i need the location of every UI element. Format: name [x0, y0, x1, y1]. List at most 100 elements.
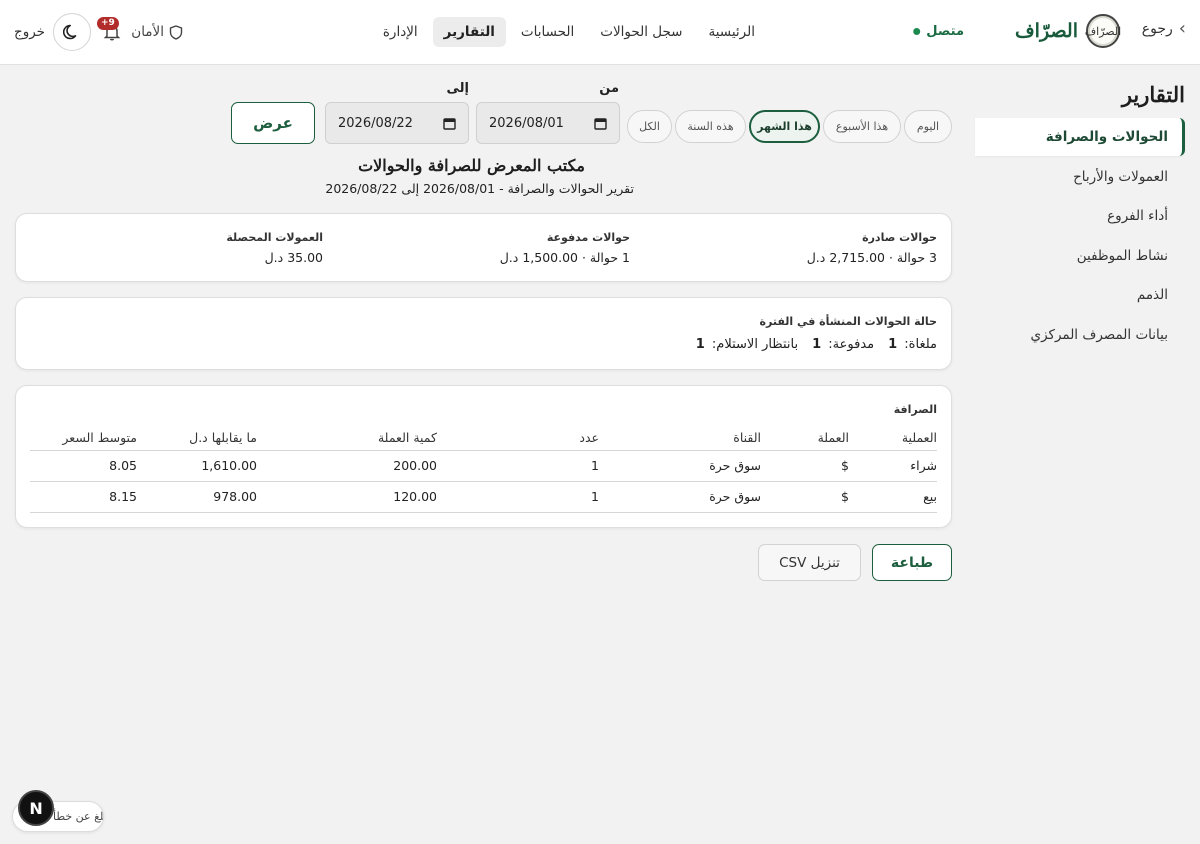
- status-pending: بانتظار الاستلام: 1: [696, 337, 798, 352]
- status-count: 1: [812, 337, 822, 352]
- table-cell: سوق حرة: [599, 481, 761, 513]
- column-header: متوسط السعر: [30, 428, 137, 451]
- status-cancelled: ملغاة: 1: [888, 337, 937, 352]
- status-label: ملغاة:: [904, 337, 937, 352]
- table-cell: 1: [437, 481, 599, 513]
- table-cell: 200.00: [257, 450, 437, 482]
- column-header: كمية العملة: [257, 428, 437, 451]
- main-nav: الرئيسية سجل الحوالات الحسابات التقارير …: [372, 17, 766, 47]
- table-cell: سوق حرة: [599, 450, 761, 482]
- sidebar-item-branch-performance[interactable]: أداء الفروع: [975, 197, 1185, 235]
- theme-toggle-button[interactable]: [53, 13, 91, 51]
- to-date-label: إلى: [446, 81, 470, 96]
- security-button[interactable]: الأمان: [131, 24, 183, 40]
- kpi-value: 3 حوالة · 2,715.00 د.ل: [806, 250, 937, 265]
- preset-this-month[interactable]: هذا الشهر: [749, 110, 820, 143]
- preset-this-week[interactable]: هذا الأسبوع: [823, 110, 901, 143]
- kpi-value: 35.00 د.ل: [264, 250, 323, 265]
- nav-accounts[interactable]: الحسابات: [510, 17, 585, 47]
- table-row: شراء $ سوق حرة 1 200.00 1,610.00 8.05: [30, 450, 937, 482]
- kpi-value: 1 حوالة · 1,500.00 د.ل: [499, 250, 630, 265]
- kpi-label: حوالات صادرة: [862, 231, 937, 244]
- sidebar-item-commissions-profits[interactable]: العمولات والأرباح: [975, 158, 1185, 196]
- kpi-paid-transfers: حوالات مدفوعة 1 حوالة · 1,500.00 د.ل: [500, 231, 630, 265]
- table-cell: 1: [437, 450, 599, 482]
- sidebar-item-transfers-exchange[interactable]: الحوالات والصرافة: [975, 118, 1185, 156]
- to-date-input[interactable]: 2026/08/22: [325, 102, 469, 144]
- from-date-label: من: [599, 81, 619, 96]
- table-cell: 120.00: [257, 481, 437, 513]
- status-label: مدفوعة:: [828, 337, 875, 352]
- from-date-input[interactable]: 2026/08/01: [476, 102, 620, 144]
- exchange-card-title: الصرافة: [893, 403, 937, 416]
- back-button[interactable]: › رجوع: [1142, 20, 1186, 38]
- notification-count-badge: 9+: [97, 17, 119, 30]
- table-row: بيع $ سوق حرة 1 120.00 978.00 8.15: [30, 481, 937, 513]
- brand-name: الصرّاف: [1014, 20, 1078, 42]
- show-report-button[interactable]: عرض: [231, 102, 315, 144]
- summary-card: حوالات صادرة 3 حوالة · 2,715.00 د.ل حوال…: [15, 213, 952, 282]
- status-paid: مدفوعة: 1: [812, 337, 874, 352]
- report-subtitle: تقرير الحوالات والصرافة - 2026/08/01 إلى…: [325, 181, 634, 196]
- nav-transfer-log[interactable]: سجل الحوالات: [589, 17, 693, 47]
- nav-reports[interactable]: التقارير: [432, 17, 506, 47]
- nav-admin[interactable]: الإدارة: [372, 17, 429, 47]
- sidebar-item-receivables[interactable]: الذمم: [975, 276, 1185, 314]
- print-button[interactable]: طباعة: [872, 544, 952, 581]
- table-cell: 978.00: [137, 481, 257, 513]
- shield-icon: [169, 24, 183, 40]
- download-csv-button[interactable]: تنزيل CSV: [758, 544, 861, 581]
- kpi-label: حوالات مدفوعة: [546, 231, 630, 244]
- sidebar-title: التقارير: [1121, 82, 1185, 107]
- transfer-status-card: حالة الحوالات المنشأة في الفترة ملغاة: 1…: [15, 297, 952, 370]
- table-cell: بيع: [849, 481, 937, 513]
- logout-button[interactable]: خروج: [14, 24, 45, 40]
- logo-lettering: الصرّاف: [1084, 24, 1122, 38]
- online-dot-icon: [913, 28, 921, 35]
- table-cell: $: [761, 481, 849, 513]
- column-header: العملة: [761, 428, 849, 451]
- calendar-icon[interactable]: [443, 117, 456, 130]
- reports-sidebar: الحوالات والصرافة العمولات والأرباح أداء…: [975, 118, 1185, 355]
- column-header: عدد: [437, 428, 599, 451]
- status-counts: ملغاة: 1 مدفوعة: 1 بانتظار الاستلام: 1: [696, 337, 937, 352]
- status-count: 1: [888, 337, 898, 352]
- table-header-row: العملية العملة القناة عدد كمية العملة ما…: [30, 428, 937, 451]
- connection-status: متصل: [913, 24, 964, 39]
- top-bar: › رجوع الصرّاف الصرّاف الرئيسية سجل الحو…: [0, 0, 1200, 65]
- back-label: رجوع: [1141, 21, 1173, 37]
- column-header: القناة: [599, 428, 761, 451]
- status-label: بانتظار الاستلام:: [711, 337, 799, 352]
- kpi-collected-commissions: العمولات المحصلة 35.00 د.ل: [226, 231, 323, 265]
- calendar-icon[interactable]: [594, 117, 607, 130]
- table-cell: 8.15: [30, 481, 137, 513]
- status-count: 1: [695, 337, 705, 352]
- report-title: مكتب المعرض للصرافة والحوالات: [358, 156, 585, 175]
- table-cell: 8.05: [30, 450, 137, 482]
- column-header: العملية: [849, 428, 937, 451]
- sidebar-item-central-bank-data[interactable]: بيانات المصرف المركزي: [975, 316, 1185, 354]
- moon-icon: [63, 24, 77, 40]
- brand[interactable]: الصرّاف الصرّاف: [1014, 14, 1122, 48]
- status-card-title: حالة الحوالات المنشأة في الفترة: [759, 315, 937, 328]
- brand-logo: الصرّاف: [1084, 14, 1122, 48]
- preset-all[interactable]: الكل: [627, 110, 672, 143]
- kpi-label: العمولات المحصلة: [226, 231, 323, 244]
- sidebar-item-staff-activity[interactable]: نشاط الموظفين: [975, 237, 1185, 275]
- column-header: ما يقابلها د.ل: [137, 428, 257, 451]
- connection-status-label: متصل: [926, 24, 964, 39]
- nav-home[interactable]: الرئيسية: [698, 17, 767, 47]
- chevron-right-icon: ›: [1178, 18, 1186, 39]
- from-date-value: 2026/08/01: [489, 115, 564, 131]
- security-label: الأمان: [131, 24, 164, 40]
- table-cell: شراء: [849, 450, 937, 482]
- preset-today[interactable]: اليوم: [904, 110, 952, 143]
- to-date-value: 2026/08/22: [338, 115, 413, 131]
- n-logo-icon[interactable]: N: [18, 790, 54, 826]
- table-cell: 1,610.00: [137, 450, 257, 482]
- preset-this-year[interactable]: هذه السنة: [675, 110, 746, 143]
- exchange-card: الصرافة العملية العملة القناة عدد كمية ا…: [15, 385, 952, 528]
- kpi-outgoing-transfers: حوالات صادرة 3 حوالة · 2,715.00 د.ل: [807, 231, 937, 265]
- table-cell: $: [761, 450, 849, 482]
- exchange-table: العملية العملة القناة عدد كمية العملة ما…: [30, 428, 937, 513]
